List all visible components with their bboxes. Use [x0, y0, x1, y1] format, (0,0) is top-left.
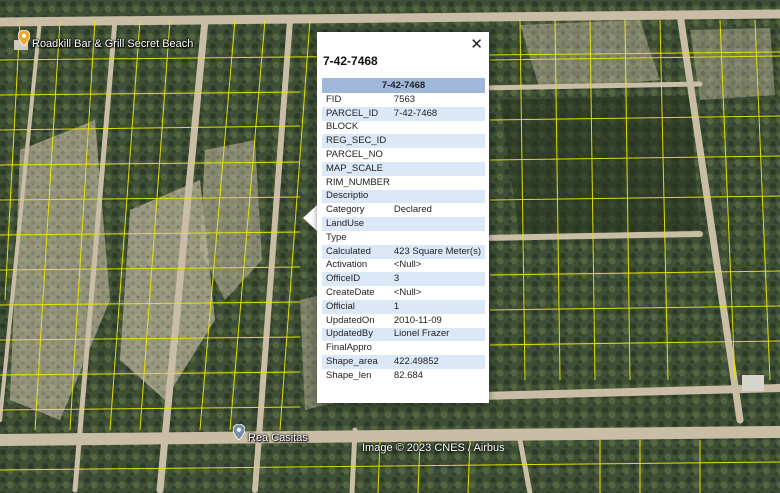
attribute-key: BLOCK [326, 121, 359, 133]
attribute-key: RIM_NUMBER [326, 176, 390, 188]
attribute-key: Official [322, 299, 390, 314]
attribute-value: 7-42-7468 [389, 106, 485, 121]
attribute-value [390, 341, 485, 355]
attribute-key: FinalAppro [326, 342, 372, 354]
attribute-value: <Null> [393, 259, 422, 271]
map-attribution: Image © 2023 CNES / Airbus [362, 442, 505, 454]
popup-pointer [303, 205, 317, 231]
attribute-value [390, 121, 485, 135]
attribute-key: Category [326, 204, 365, 216]
attribute-value [389, 134, 485, 149]
attribute-key: Shape_len [326, 369, 372, 381]
attribute-key: PARCEL_NO [326, 149, 383, 161]
attribute-value: Lionel Frazer [389, 327, 485, 342]
attribute-table-header: 7-42-7468 [322, 78, 485, 93]
attribute-key: Type [326, 231, 347, 243]
attribute-value: 2010-11-09 [393, 314, 442, 326]
attribute-value: 423 Square Meter(s) [389, 244, 485, 259]
close-icon[interactable]: ✕ [470, 35, 483, 53]
attribute-key: UpdatedOn [326, 314, 375, 326]
attribute-key: LandUse [322, 217, 390, 231]
attribute-key: Activation [326, 259, 368, 271]
attribute-value: 7563 [393, 93, 416, 105]
attribute-key: PARCEL_ID [322, 106, 390, 121]
table-row: UpdatedBy Lionel Frazer [322, 327, 485, 342]
table-row: MAP_SCALE [322, 161, 485, 176]
table-row: OfficeID 3 [322, 272, 485, 287]
table-row: PARCEL_NO [322, 148, 485, 162]
attribute-value [390, 148, 485, 162]
table-row: Shape_area 422.49852 [322, 355, 485, 369]
attribute-key: FID [326, 93, 342, 105]
table-row: Activation <Null> [322, 259, 485, 273]
table-row: FID 7563 [322, 93, 485, 107]
map-pin-icon[interactable] [18, 30, 30, 46]
attribute-value: 3 [389, 272, 485, 287]
table-row: Calculated 423 Square Meter(s) [322, 244, 485, 259]
parcel-info-popup: ✕ 7-42-7468 7-42-7468 FID 7563 PARCEL_ID 7-… [317, 32, 489, 403]
table-row: UpdatedOn 2010-11-09 [322, 314, 485, 328]
attribute-value: 422.49852 [389, 355, 485, 369]
attribute-key: OfficeID [322, 272, 390, 287]
table-row: Descriptio [322, 189, 485, 204]
attribute-key: MAP_SCALE [322, 161, 390, 176]
attribute-key: REG_SEC_ID [322, 134, 390, 149]
road-label[interactable]: Rea Casitas [248, 432, 308, 444]
table-row: LandUse [322, 217, 485, 231]
attribute-key: Calculated [322, 244, 390, 259]
attribute-value [389, 189, 485, 204]
map-pin-icon[interactable] [233, 424, 245, 440]
attribute-key: Descriptio [322, 189, 390, 204]
table-row: RIM_NUMBER [322, 176, 485, 190]
attribute-key: Shape_area [322, 355, 390, 369]
table-row: Category Declared [322, 203, 485, 217]
attribute-value [389, 161, 485, 176]
attribute-value [389, 217, 485, 231]
table-row: Shape_len 82.684 [322, 369, 485, 383]
attribute-key: UpdatedBy [322, 327, 390, 342]
attribute-value: 82.684 [393, 369, 423, 381]
poi-label-bar[interactable]: Roadkill Bar & Grill Secret Beach [32, 38, 193, 50]
table-row: BLOCK [322, 121, 485, 135]
attribute-value: 1 [389, 299, 485, 314]
attribute-value: <Null> [393, 287, 422, 299]
table-row: Official 1 [322, 299, 485, 314]
table-row: PARCEL_ID 7-42-7468 [322, 106, 485, 121]
table-row: FinalAppro [322, 341, 485, 355]
table-row: REG_SEC_ID [322, 134, 485, 149]
popup-title: 7-42-7468 [323, 54, 378, 68]
table-row: CreateDate <Null> [322, 286, 485, 300]
attribute-key: CreateDate [326, 287, 375, 299]
attribute-value [390, 231, 485, 245]
attribute-value: Declared [393, 204, 432, 216]
table-row: Type [322, 231, 485, 245]
attribute-value [390, 176, 485, 190]
attribute-table: 7-42-7468 FID 7563 PARCEL_ID 7-42-7468 BLOCK… [322, 78, 485, 383]
